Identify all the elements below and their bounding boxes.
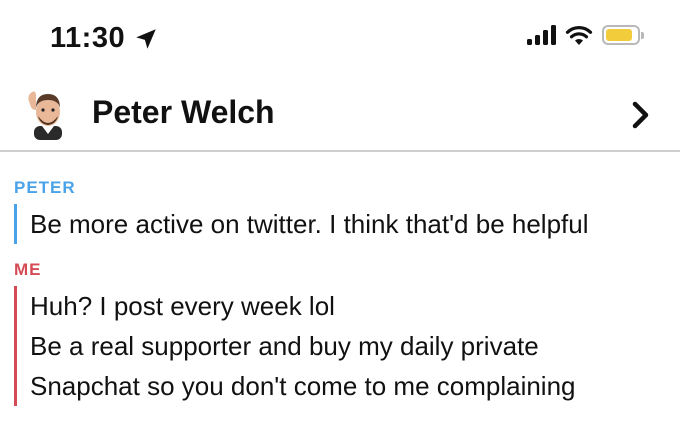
message-line: Snapchat so you don't come to me complai… [30,371,576,401]
message-line: Be a real supporter and buy my daily pri… [30,331,539,361]
message-group-peter[interactable]: Be more active on twitter. I think that'… [14,204,589,244]
wifi-icon [565,26,593,45]
chevron-right-icon[interactable] [630,100,652,130]
status-bar: 11:30 [0,0,680,78]
status-time: 11:30 [50,22,159,55]
status-icons [527,24,644,46]
time-label: 11:30 [50,22,126,54]
chat-header: Peter Welch [0,78,680,152]
sender-label-me: ME [14,260,42,279]
cellular-signal-icon [527,25,556,45]
sender-label-peter: PETER [14,178,76,197]
message-line: Huh? I post every week lol [30,291,335,321]
bitmoji-avatar[interactable] [22,88,74,140]
location-arrow-icon [136,28,156,49]
contact-name[interactable]: Peter Welch [92,94,275,131]
message-line: Be more active on twitter. I think that'… [30,209,589,239]
battery-icon [602,25,644,45]
battery-fill [606,29,632,41]
message-group-me[interactable]: Huh? I post every week lol Be a real sup… [14,286,576,406]
